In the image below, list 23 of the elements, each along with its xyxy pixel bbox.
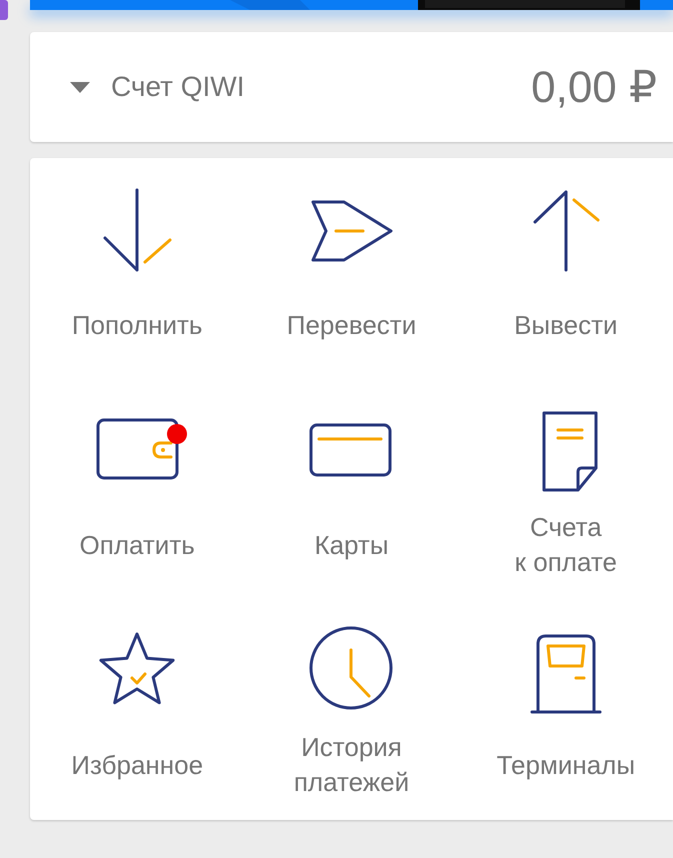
- action-label[interactable]: Вывести: [514, 308, 618, 342]
- dropdown-caret-icon: [70, 82, 90, 92]
- action-label[interactable]: Терминалы: [496, 748, 636, 782]
- balance-amount: 0,00 ₽: [531, 62, 657, 112]
- paper-plane-icon: [312, 200, 393, 262]
- action-label[interactable]: Оплатить: [80, 528, 195, 562]
- action-label[interactable]: История платежей: [294, 730, 410, 800]
- action-label[interactable]: Счета к оплате: [514, 510, 617, 580]
- up-arrow-icon: [533, 190, 600, 272]
- account-name: Счет QIWI: [111, 71, 246, 103]
- action-label[interactable]: Перевести: [286, 308, 416, 342]
- clock-icon: [310, 626, 393, 710]
- action-label[interactable]: Избранное: [71, 748, 204, 782]
- wallet-icon: [96, 418, 179, 480]
- star-icon: [100, 632, 175, 704]
- terminal-icon: [530, 634, 602, 714]
- action-label[interactable]: Пополнить: [72, 308, 202, 342]
- card-icon: [310, 424, 392, 476]
- down-arrow-icon: [104, 188, 172, 272]
- action-label[interactable]: Карты: [314, 528, 389, 562]
- side-card: [0, 0, 8, 20]
- document-icon: [542, 412, 598, 492]
- account-card[interactable]: Счет QIWI 0,00 ₽: [30, 32, 673, 142]
